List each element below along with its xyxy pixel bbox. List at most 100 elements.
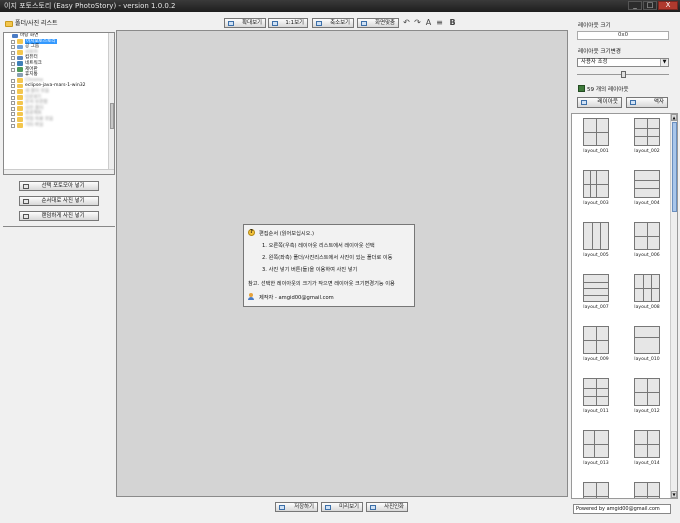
zoom-in-icon: [228, 20, 234, 26]
rotate-right-icon[interactable]: ↷: [414, 18, 421, 28]
folder-icon: [17, 78, 23, 83]
layout-thumbnail[interactable]: layout_002: [630, 118, 664, 154]
text-icon[interactable]: A: [425, 18, 432, 28]
preview-button[interactable]: 미리보기: [321, 502, 363, 512]
insert-selected-button[interactable]: 선택 포토모아 넣기: [19, 181, 99, 191]
tree-horizontal-scrollbar[interactable]: [4, 169, 114, 174]
layout-thumbnail[interactable]: layout_004: [630, 170, 664, 206]
rotate-left-icon[interactable]: ↶: [403, 18, 410, 28]
layout-preview: [583, 378, 609, 406]
layout-thumbnail[interactable]: layout_007: [579, 274, 613, 310]
expand-icon[interactable]: [11, 101, 15, 106]
expand-icon[interactable]: [11, 89, 15, 94]
layout-thumbnail[interactable]: layout_011: [579, 378, 613, 414]
print-button[interactable]: 사진인화: [366, 502, 408, 512]
layout-preview: [583, 170, 609, 198]
layout-thumbnail[interactable]: layout_008: [630, 274, 664, 310]
layout-preview: [634, 430, 660, 458]
actual-size-label: 1:1보기: [285, 20, 304, 26]
layout-preview: [583, 274, 609, 302]
expand-icon[interactable]: [11, 50, 15, 55]
layout-resize-select[interactable]: 사용자 조정 ▼: [577, 58, 669, 67]
layout-count-text: 59 개의 레이아웃: [587, 87, 629, 93]
close-button[interactable]: X: [658, 1, 678, 10]
zoom-out-button[interactable]: 축소보기: [312, 18, 354, 28]
layout-size-slider[interactable]: [577, 71, 669, 78]
zoom-in-button[interactable]: 확대보기: [224, 18, 266, 28]
layout-divider: [593, 431, 595, 457]
layout-thumbnail[interactable]: layout_006: [630, 222, 664, 258]
layout-list[interactable]: layout_001 layout_002 layout_003 layout_004…: [571, 113, 678, 499]
layout-scroll-thumb[interactable]: [672, 122, 677, 212]
tree-scroll-thumb[interactable]: [110, 103, 114, 129]
layout-tab-label: 레이아웃: [597, 99, 618, 105]
expand-icon[interactable]: [11, 45, 15, 50]
layout-thumbnail[interactable]: layout_013: [579, 430, 613, 466]
layout-thumbnail[interactable]: layout_009: [579, 326, 613, 362]
layout-thumbnail[interactable]: layout_001: [579, 118, 613, 154]
chevron-down-icon[interactable]: ▼: [660, 59, 668, 66]
frame-tab-button[interactable]: 액자: [626, 97, 668, 108]
expand-icon[interactable]: [11, 78, 15, 83]
expand-icon[interactable]: [11, 67, 15, 72]
layout-count-icon: [578, 85, 585, 92]
layout-tab-button[interactable]: 레이아웃: [577, 97, 622, 108]
layout-divider: [647, 119, 648, 145]
insert-sequential-button[interactable]: 순서대로 사진 넣기: [19, 196, 99, 206]
layout-thumbnail[interactable]: layout_014: [630, 430, 664, 466]
slider-knob[interactable]: [621, 71, 626, 78]
expand-icon[interactable]: [11, 84, 15, 89]
folder-tree[interactable]: 바탕 화면 이지포토스토리 공 그룹 사용자 컴퓨터 네트워크 제어판 휴지통 Chrome ec…: [3, 32, 115, 175]
layout-thumbnail[interactable]: layout_010: [630, 326, 664, 362]
expand-icon[interactable]: [11, 117, 15, 122]
layout-divider: [590, 171, 591, 197]
layout-thumbnail[interactable]: layout_003: [579, 170, 613, 206]
layout-divider: [599, 223, 601, 249]
layout-name: layout_003: [583, 201, 609, 206]
layout-thumbnail[interactable]: layout_015: [579, 482, 613, 498]
layout-count: 59 개의 레이아웃: [578, 85, 629, 93]
maximize-button[interactable]: □: [643, 1, 657, 10]
expand-icon[interactable]: [11, 112, 15, 117]
save-button[interactable]: 저장하기: [275, 502, 318, 512]
layout-divider: [596, 379, 597, 405]
preview-icon: [325, 504, 331, 510]
layout-divider: [584, 288, 608, 289]
layout-name: layout_009: [583, 357, 609, 362]
insert-sequential-label: 순서대로 사진 넣기: [41, 198, 85, 204]
expand-icon[interactable]: [11, 61, 15, 66]
scroll-down-icon[interactable]: ▼: [671, 491, 677, 498]
tree-rows: 바탕 화면 이지포토스토리 공 그룹 사용자 컴퓨터 네트워크 제어판 휴지통 Chrome ec…: [4, 33, 114, 128]
insert-random-button[interactable]: 랜덤하게 사진 넣기: [19, 211, 99, 221]
print-icon: [370, 504, 376, 510]
bold-icon[interactable]: B: [449, 18, 456, 28]
tree-item[interactable]: 기타 파일: [4, 123, 114, 129]
layout-name: layout_008: [634, 305, 660, 310]
folder-icon: [17, 89, 23, 95]
expand-icon[interactable]: [11, 123, 15, 128]
layout-thumbnail[interactable]: layout_012: [630, 378, 664, 414]
layout-preview: [583, 118, 609, 146]
layout-list-scrollbar[interactable]: ▲ ▼: [670, 114, 677, 498]
expand-icon[interactable]: [11, 95, 15, 100]
layout-size-field: 0x0: [577, 31, 669, 40]
expand-icon[interactable]: [11, 56, 15, 61]
expand-icon[interactable]: [11, 39, 15, 44]
tree-vertical-scrollbar[interactable]: [108, 33, 114, 174]
layout-divider: [584, 387, 608, 389]
layout-thumbnail[interactable]: layout_005: [579, 222, 613, 258]
minimize-button[interactable]: _: [628, 1, 642, 10]
layout-name: layout_001: [583, 149, 609, 154]
window-title: 이지 포토스토리 (Easy PhotoStory) - version 1.0…: [4, 2, 176, 10]
layout-preview: [634, 326, 660, 354]
folder-icon: [17, 106, 23, 111]
expand-icon[interactable]: [11, 106, 15, 111]
recycle-bin-icon: [17, 72, 23, 78]
scroll-up-icon[interactable]: ▲: [671, 114, 677, 121]
fit-screen-button[interactable]: 화면맞춤: [357, 18, 399, 28]
layout-divider: [635, 337, 659, 339]
layout-name: layout_013: [583, 461, 609, 466]
actual-size-button[interactable]: 1:1보기: [268, 18, 308, 28]
layout-thumbnail[interactable]: layout_016: [630, 482, 664, 498]
align-icon[interactable]: ≡: [436, 18, 443, 28]
